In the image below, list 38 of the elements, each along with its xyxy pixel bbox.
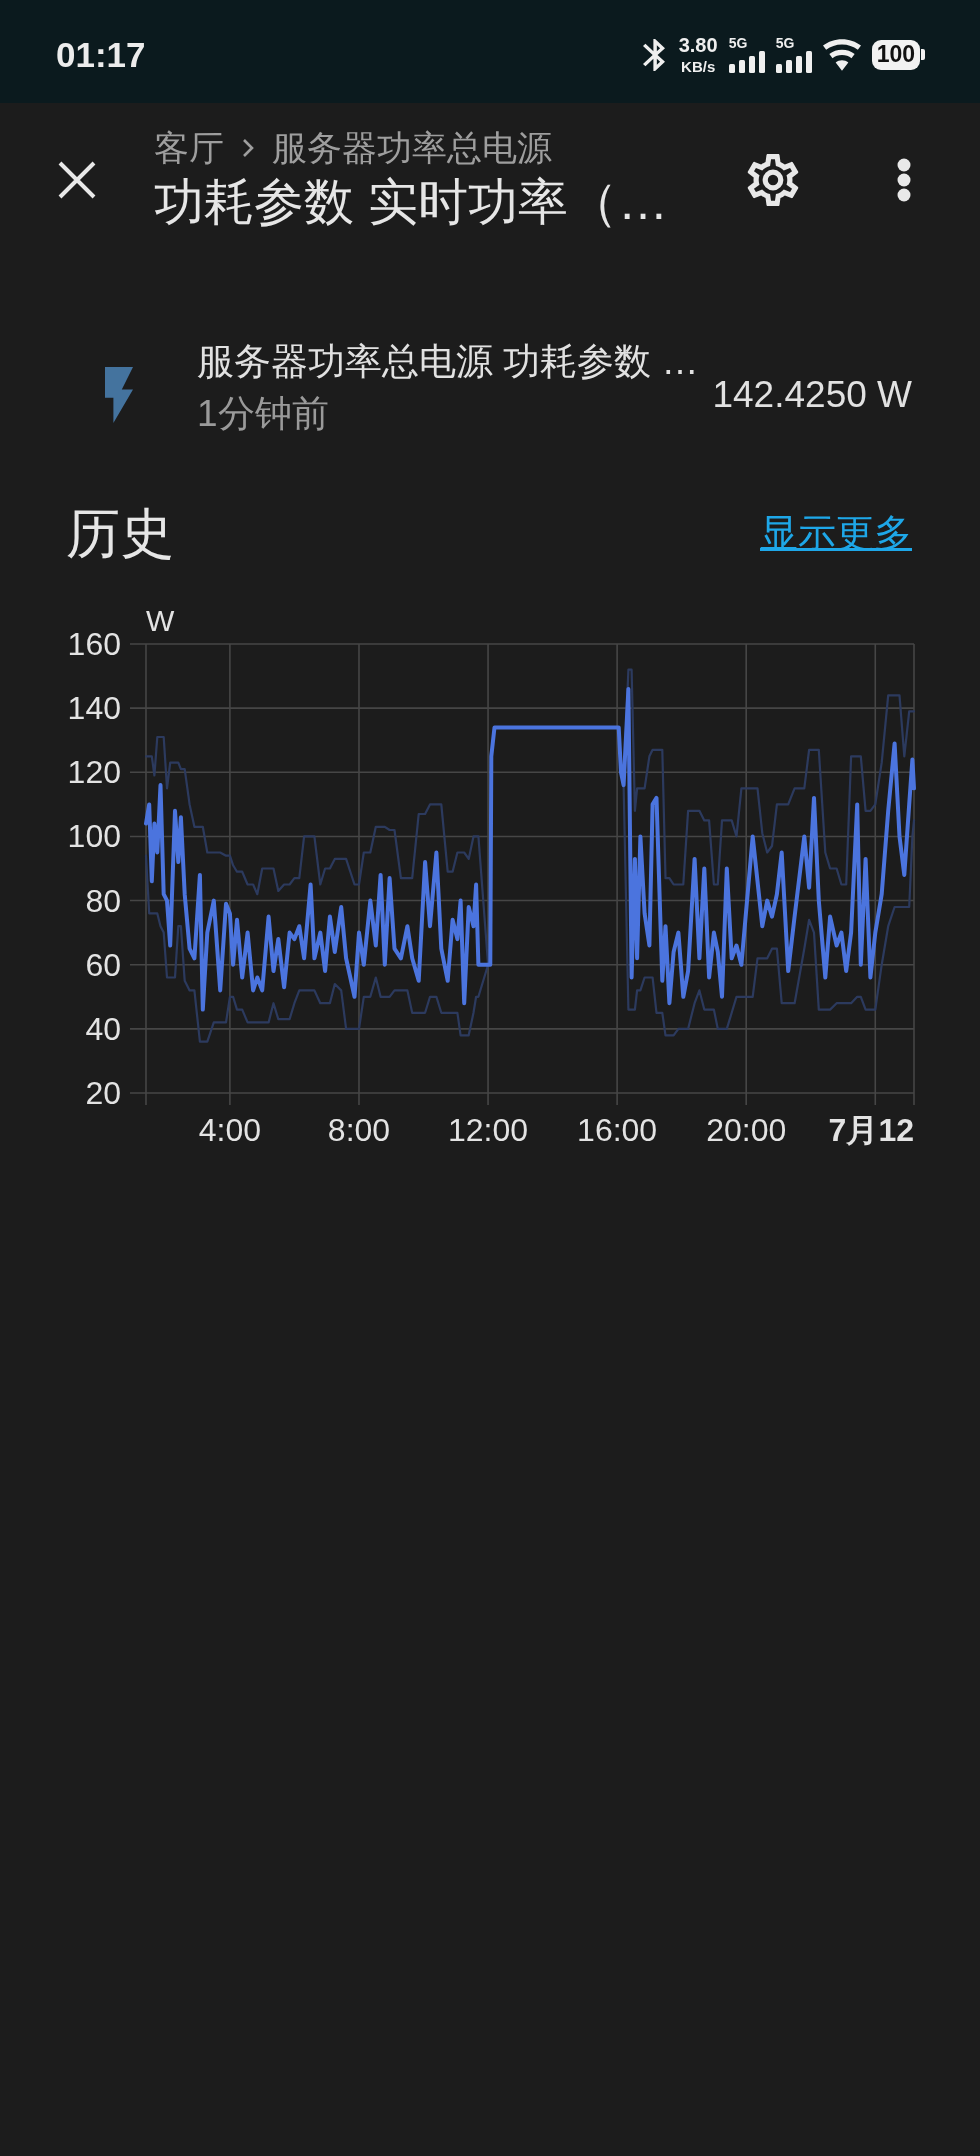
section-heading: 历史 bbox=[66, 502, 174, 565]
breadcrumb-item: 客厅 bbox=[154, 127, 224, 169]
breadcrumb-item: 服务器功率总电源 bbox=[272, 127, 552, 169]
lightning-bolt-icon bbox=[105, 367, 133, 423]
network-type-label: 5G bbox=[728, 36, 748, 50]
entity-name: 服务器功率总电源 功耗参数 … bbox=[197, 340, 700, 384]
vertical-dots-icon bbox=[897, 158, 911, 202]
status-time: 01:17 bbox=[56, 37, 146, 72]
x-tick-label: 20:00 bbox=[706, 1112, 787, 1148]
network-speed-value: 3.80 bbox=[678, 35, 718, 55]
y-tick-label: 140 bbox=[67, 690, 121, 727]
x-tick-label: 12:00 bbox=[448, 1112, 529, 1148]
x-tick-label: 16:00 bbox=[577, 1112, 658, 1148]
settings-icon bbox=[747, 154, 799, 206]
signal-bars-icon bbox=[775, 51, 812, 73]
y-tick-label: 100 bbox=[67, 818, 121, 855]
battery-indicator: 100 bbox=[871, 39, 925, 70]
y-tick-label: 120 bbox=[67, 754, 121, 791]
close-icon bbox=[58, 161, 96, 199]
axis-unit-label: W bbox=[146, 603, 175, 637]
y-tick-label: 160 bbox=[67, 626, 121, 662]
network-speed-unit: KB/s bbox=[681, 59, 716, 74]
last-updated-text: 1分钟前 bbox=[197, 392, 330, 436]
dialog-title: 功耗参数 实时功率（… bbox=[154, 173, 669, 232]
x-tick-label: 4:00 bbox=[198, 1112, 262, 1148]
y-tick-label: 40 bbox=[85, 1010, 121, 1047]
entity-state-value: 142.4250 W bbox=[712, 373, 912, 417]
network-type-label: 5G bbox=[775, 36, 795, 50]
x-tick-label: 7月12 bbox=[828, 1112, 914, 1148]
bluetooth-icon bbox=[642, 38, 665, 71]
y-tick-label: 60 bbox=[85, 946, 121, 983]
wifi-icon bbox=[822, 38, 861, 71]
chevron-right-icon bbox=[242, 138, 254, 158]
y-tick-label: 20 bbox=[85, 1075, 121, 1111]
y-tick-label: 80 bbox=[85, 882, 121, 919]
show-more-link[interactable]: 显示更多 bbox=[760, 509, 912, 557]
signal-bars-icon bbox=[728, 51, 765, 73]
x-tick-label: 8:00 bbox=[327, 1112, 391, 1148]
